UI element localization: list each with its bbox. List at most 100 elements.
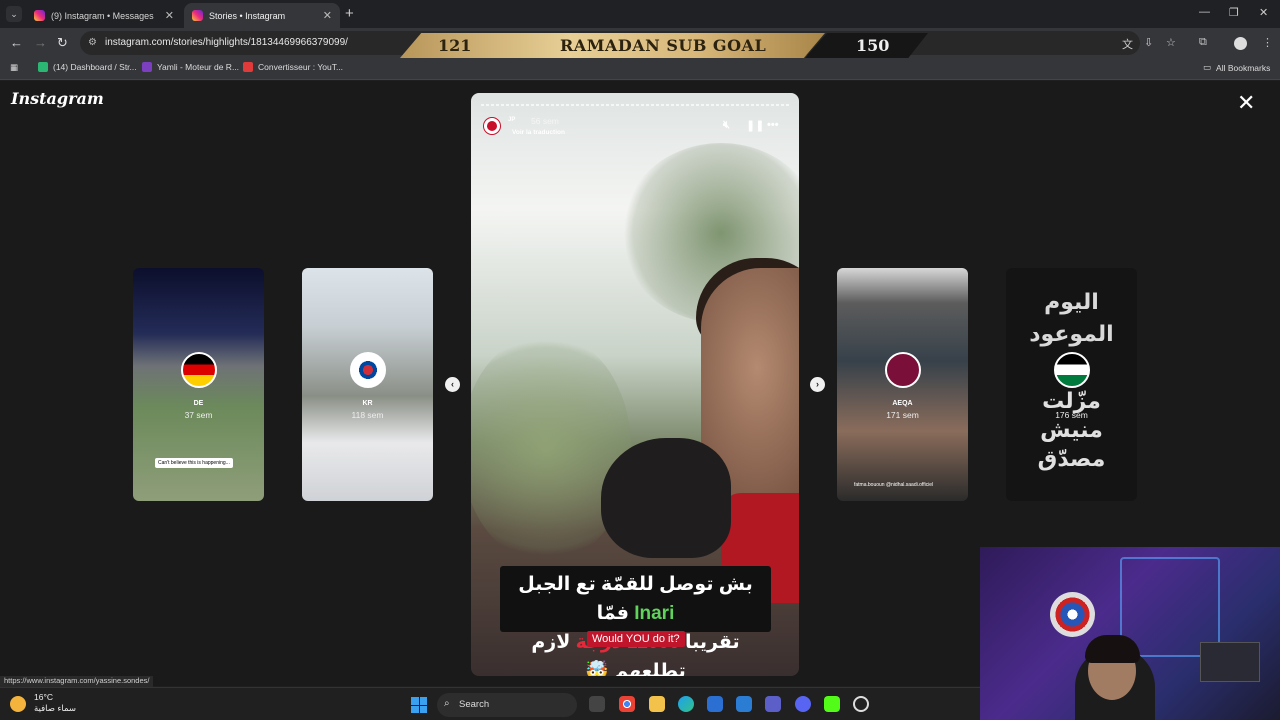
kick-icon[interactable] xyxy=(824,696,840,712)
story-progress-bar xyxy=(481,104,789,106)
story-text-line: اليوم xyxy=(1044,289,1099,314)
next-story-icon[interactable]: › xyxy=(810,377,825,392)
minimize-icon[interactable]: — xyxy=(1199,6,1210,18)
story-username: KR xyxy=(362,400,373,407)
goal-current: 121 xyxy=(438,36,472,55)
bookmark-dashboard[interactable]: (14) Dashboard / Str... xyxy=(38,62,137,72)
install-icon[interactable]: ⇩ xyxy=(1144,36,1153,49)
bookmark-favicon-icon xyxy=(142,62,152,72)
status-url: https://www.instagram.com/yassine.sondes… xyxy=(0,676,154,687)
all-bookmarks[interactable]: ▭ All Bookmarks xyxy=(1203,62,1270,73)
temperature: 16°C xyxy=(34,692,53,702)
tab-strip: ⌄ (9) Instagram • Messages ✕ Stories • I… xyxy=(0,0,1280,28)
bookmark-label: (14) Dashboard / Str... xyxy=(53,62,137,72)
goal-target: 150 xyxy=(856,36,890,55)
new-tab-button[interactable]: + xyxy=(345,5,354,22)
edge-icon[interactable] xyxy=(678,696,694,712)
webcam-overlay xyxy=(980,547,1280,720)
extensions-icon[interactable]: ⧉ xyxy=(1199,36,1207,49)
story-caption: بش توصل للقمّة تع الجبل Inari فمّا تقريب… xyxy=(500,566,771,676)
task-view-icon[interactable] xyxy=(589,696,605,712)
tab-stories[interactable]: Stories • Instagram ✕ xyxy=(184,3,340,28)
story-question: Would YOU do it? xyxy=(587,631,685,647)
discord-icon[interactable] xyxy=(795,696,811,712)
folder-icon: ▭ xyxy=(1203,62,1212,72)
avatar xyxy=(350,352,386,388)
caption-text: بش توصل للقمّة تع الجبل xyxy=(518,574,753,595)
streamer-hair xyxy=(1085,635,1140,663)
teams-icon[interactable] xyxy=(765,696,781,712)
captain-shield-icon xyxy=(1050,592,1095,637)
bookmark-favicon-icon xyxy=(243,62,253,72)
caption-text: فمّا xyxy=(596,603,635,624)
restore-icon[interactable]: ❐ xyxy=(1229,6,1239,19)
pause-icon[interactable]: ❚❚ xyxy=(746,119,764,132)
bookmarks-bar: ▦ (14) Dashboard / Str... Yamli - Moteur… xyxy=(0,58,1280,80)
reload-icon[interactable]: ↻ xyxy=(57,35,68,51)
close-tab-icon[interactable]: ✕ xyxy=(323,9,332,22)
bookmark-yamli[interactable]: Yamli - Moteur de R... xyxy=(142,62,239,72)
see-translation-link[interactable]: Voir la traduction xyxy=(512,129,565,136)
story-text-line: مزّلت xyxy=(1042,388,1101,413)
menu-dots-icon[interactable]: ⋮ xyxy=(1262,36,1273,49)
tab-search-icon[interactable]: ⌄ xyxy=(6,6,22,22)
media-player-icon[interactable] xyxy=(853,696,869,712)
file-explorer-icon[interactable] xyxy=(649,696,665,712)
story-age: 37 sem xyxy=(184,410,213,420)
story-time: 56 sem xyxy=(531,116,559,126)
bookmark-star-icon[interactable]: ☆ xyxy=(1166,36,1176,49)
sub-goal-overlay: 121 RAMADAN SUB GOAL 150 xyxy=(400,33,928,58)
story-username: AEQA xyxy=(892,400,913,407)
story-username[interactable]: JP xyxy=(508,117,515,123)
avatar xyxy=(181,352,217,388)
story-text-line: مصدّق xyxy=(1037,446,1106,471)
caption-highlight-green: Inari xyxy=(634,603,675,624)
more-options-icon[interactable]: ••• xyxy=(767,119,779,131)
profile-avatar-icon[interactable] xyxy=(1234,37,1247,50)
outlook-icon[interactable] xyxy=(736,696,752,712)
avatar[interactable] xyxy=(483,117,501,135)
story-preview-aeqa[interactable]: AEQA 171 sem fatma.bououn @nidhal.saadi.… xyxy=(837,268,968,501)
site-info-icon[interactable]: ⚙ xyxy=(88,37,97,48)
back-icon[interactable]: ← xyxy=(10,35,23,50)
story-text-block-2: مزّلت منيش مصدّق xyxy=(1006,386,1137,473)
main-story[interactable]: JP 56 sem Voir la traduction 🔇︎ ❚❚ ••• ب… xyxy=(471,93,799,676)
story-text-line: الموعود xyxy=(1029,321,1114,346)
instagram-favicon-icon xyxy=(192,10,203,21)
goal-title: RAMADAN SUB GOAL xyxy=(560,36,767,55)
story-age: 118 sem xyxy=(351,410,384,420)
bookmark-label: Convertisseur : YouT... xyxy=(258,62,344,72)
close-tab-icon[interactable]: ✕ xyxy=(165,9,174,22)
weather-condition: سماء صافية xyxy=(34,703,76,713)
instagram-favicon-icon xyxy=(34,10,45,21)
avatar xyxy=(885,352,921,388)
tab-title: Stories • Instagram xyxy=(209,10,286,21)
mute-icon[interactable]: 🔇︎ xyxy=(723,119,730,132)
close-stories-icon[interactable]: ✕ xyxy=(1237,92,1255,114)
translate-icon[interactable]: 文 xyxy=(1122,36,1133,52)
bookmark-convertisseur[interactable]: Convertisseur : YouT... xyxy=(243,62,343,72)
instagram-logo[interactable]: Instagram xyxy=(11,89,104,108)
tab-messages[interactable]: (9) Instagram • Messages ✕ xyxy=(26,3,182,28)
store-icon[interactable] xyxy=(707,696,723,712)
previous-story-icon[interactable]: ‹ xyxy=(445,377,460,392)
story-caption: fatma.bououn @nidhal.saadi.officiel xyxy=(854,482,934,488)
all-bookmarks-label: All Bookmarks xyxy=(1216,62,1271,73)
caption-text: تقريبا xyxy=(679,632,740,653)
story-preview-text[interactable]: اليوم الموعود 176 sem مزّلت منيش مصدّق xyxy=(1006,268,1137,501)
apps-icon[interactable]: ▦ xyxy=(10,62,18,73)
story-text-line: منيش xyxy=(1040,417,1103,442)
story-dog xyxy=(601,438,731,558)
weather-widget[interactable]: 16°C سماء صافية xyxy=(10,692,76,714)
bookmark-favicon-icon xyxy=(38,62,48,72)
story-preview-kr[interactable]: KR 118 sem xyxy=(302,268,433,501)
story-caption: Can't believe this is happening... xyxy=(155,458,233,468)
chrome-icon[interactable] xyxy=(619,696,635,712)
story-preview-de[interactable]: DE 37 sem Can't believe this is happenin… xyxy=(133,268,264,501)
windows-taskbar: 16°C سماء صافية ⌕ Search xyxy=(0,687,980,720)
close-window-icon[interactable]: ✕ xyxy=(1259,6,1268,19)
avatar xyxy=(1054,352,1090,388)
forward-icon[interactable]: → xyxy=(34,35,47,50)
windows-start-icon[interactable] xyxy=(411,697,427,713)
taskbar-search[interactable]: ⌕ Search xyxy=(437,693,577,717)
